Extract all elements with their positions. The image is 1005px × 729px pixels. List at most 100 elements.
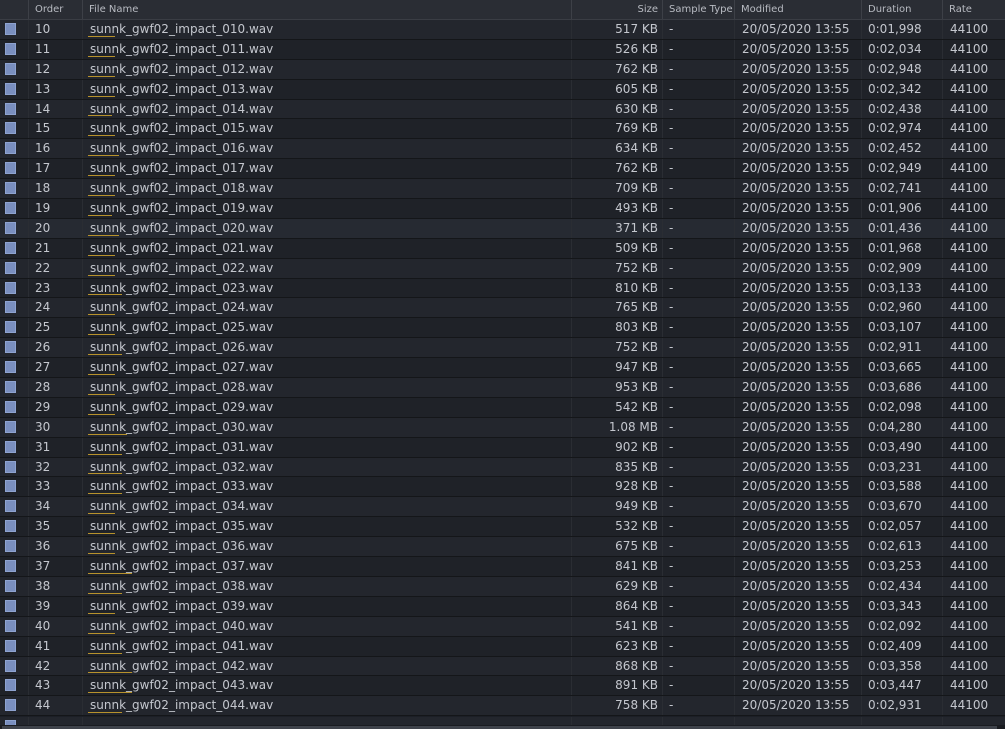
row-sample-type-text: - (669, 559, 674, 574)
table-row[interactable]: 38 sunnk_gwf02_impact_038.wav 629 KB - 20/05… (0, 576, 1005, 597)
row-checkbox[interactable] (5, 480, 16, 493)
row-checkbox[interactable] (5, 82, 16, 95)
header-size[interactable]: Size (572, 0, 663, 19)
row-sample-type: - (663, 676, 735, 696)
row-duration: 0:02,974 (862, 119, 943, 139)
table-row[interactable]: 16 sunnk_gwf02_impact_016.wav 634 KB - 20/05… (0, 139, 1005, 160)
row-modified: 20/05/2020 13:55 (735, 457, 862, 477)
header-order[interactable]: Order (29, 0, 83, 19)
row-checkbox[interactable] (5, 62, 16, 75)
row-checkbox[interactable] (5, 261, 16, 274)
table-row[interactable]: 44 sunnk_gwf02_impact_044.wav 758 KB - 20/05… (0, 696, 1005, 717)
table-row[interactable]: 19 sunnk_gwf02_impact_019.wav 493 KB - 20/05… (0, 199, 1005, 219)
row-checkbox[interactable] (5, 361, 16, 374)
row-checkbox[interactable] (5, 420, 16, 433)
header-sample-type[interactable]: Sample Type (663, 0, 735, 19)
row-checkbox[interactable] (5, 241, 16, 254)
row-checkbox[interactable] (5, 341, 16, 354)
name-color-tag (88, 175, 115, 177)
table-row[interactable]: 20 sunnk_gwf02_impact_020.wav 371 KB - 20/05… (0, 218, 1005, 239)
table-row[interactable]: 28 sunnk_gwf02_impact_028.wav 953 KB - 20/05… (0, 378, 1005, 398)
row-checkbox[interactable] (5, 619, 16, 632)
table-row[interactable]: 12 sunnk_gwf02_impact_012.wav 762 KB - 20/05… (0, 59, 1005, 80)
row-checkbox[interactable] (5, 639, 16, 652)
row-checkbox[interactable] (5, 599, 16, 612)
table-row[interactable]: 40 sunnk_gwf02_impact_040.wav 541 KB - 20/05… (0, 616, 1005, 637)
table-row[interactable]: 27 sunnk_gwf02_impact_027.wav 947 KB - 20/05… (0, 358, 1005, 379)
row-rate: 44100 (943, 60, 1005, 79)
table-row[interactable]: 26 sunnk_gwf02_impact_026.wav 752 KB - 20/05… (0, 338, 1005, 359)
table-row[interactable]: 30 sunnk_gwf02_impact_030.wav 1.08 MB - 20/0… (0, 417, 1005, 438)
row-checkbox[interactable] (5, 42, 16, 55)
row-rate: 44100 (943, 40, 1005, 59)
table-row[interactable]: 43 sunnk_gwf02_impact_043.wav 891 KB - 20/05… (0, 676, 1005, 697)
name-color-tag (88, 95, 115, 97)
table-row[interactable]: 33 sunnk_gwf02_impact_033.wav 928 KB - 20/05… (0, 477, 1005, 498)
row-checkbox[interactable] (5, 23, 16, 35)
row-checkbox[interactable] (5, 102, 16, 115)
row-sample-type: - (663, 179, 735, 199)
header-rate[interactable]: Rate (943, 0, 1005, 19)
row-size: 835 KB (572, 457, 663, 477)
table-row[interactable]: 15 sunnk_gwf02_impact_015.wav 769 KB - 20/05… (0, 119, 1005, 140)
header-checkbox-column[interactable] (0, 0, 29, 19)
name-color-tag (88, 592, 122, 594)
table-row[interactable]: 32 sunnk_gwf02_impact_032.wav 835 KB - 20/05… (0, 457, 1005, 478)
table-row[interactable]: 11 sunnk_gwf02_impact_011.wav 526 KB - 20/05… (0, 39, 1005, 60)
table-row[interactable]: 37 sunnk_gwf02_impact_037.wav 841 KB - 20/05… (0, 557, 1005, 577)
row-checkbox[interactable] (5, 221, 16, 234)
table-row[interactable]: 23 sunnk_gwf02_impact_023.wav 810 KB - 20/05… (0, 278, 1005, 299)
row-checkbox[interactable] (5, 440, 16, 453)
row-rate-text: 44100 (950, 320, 989, 335)
row-checkbox[interactable] (5, 202, 16, 215)
row-checkbox[interactable] (5, 500, 16, 513)
row-checkbox[interactable] (5, 699, 16, 712)
row-checkbox[interactable] (5, 520, 16, 533)
row-size: 541 KB (572, 616, 663, 636)
header-duration[interactable]: Duration (862, 0, 943, 19)
row-checkbox[interactable] (5, 122, 16, 135)
row-checkbox[interactable] (5, 579, 16, 592)
table-row[interactable]: 25 sunnk_gwf02_impact_025.wav 803 KB - 20/05… (0, 318, 1005, 339)
row-size-text: 769 KB (615, 121, 658, 136)
row-checkbox[interactable] (5, 301, 16, 314)
table-row[interactable]: 34 sunnk_gwf02_impact_034.wav 949 KB - 20/05… (0, 497, 1005, 518)
row-checkbox[interactable] (5, 659, 16, 672)
row-checkbox[interactable] (5, 281, 16, 294)
horizontal-scrollbar[interactable] (0, 725, 1005, 729)
row-size: 623 KB (572, 636, 663, 656)
row-rate: 44100 (943, 617, 1005, 636)
table-row[interactable]: 29 sunnk_gwf02_impact_029.wav 542 KB - 20/05… (0, 397, 1005, 418)
table-row[interactable]: 22 sunnk_gwf02_impact_022.wav 752 KB - 20/05… (0, 258, 1005, 279)
table-row[interactable]: 39 sunnk_gwf02_impact_039.wav 864 KB - 20/05… (0, 596, 1005, 617)
table-row[interactable]: 18 sunnk_gwf02_impact_018.wav 709 KB - 20/05… (0, 179, 1005, 200)
header-file-name[interactable]: File Name (83, 0, 572, 19)
table-row[interactable]: 17 sunnk_gwf02_impact_017.wav 762 KB - 20/05… (0, 159, 1005, 180)
table-row[interactable]: 41 sunnk_gwf02_impact_041.wav 623 KB - 20/05… (0, 636, 1005, 657)
table-row[interactable]: 13 sunnk_gwf02_impact_013.wav 605 KB - 20/05… (0, 79, 1005, 100)
table-row[interactable]: 35 sunnk_gwf02_impact_035.wav 532 KB - 20/05… (0, 517, 1005, 538)
name-color-tag (88, 374, 115, 376)
row-checkbox[interactable] (5, 460, 16, 473)
row-checkbox[interactable] (5, 182, 16, 195)
row-size-text: 841 KB (615, 559, 658, 574)
header-modified[interactable]: Modified (735, 0, 862, 19)
row-checkbox[interactable] (5, 400, 16, 413)
table-row[interactable]: 31 sunnk_gwf02_impact_031.wav 902 KB - 20/05… (0, 437, 1005, 458)
row-file-name-text: sunnk_gwf02_impact_041.wav (90, 638, 274, 653)
row-checkbox[interactable] (5, 679, 16, 692)
table-row[interactable]: 42 sunnk_gwf02_impact_042.wav 868 KB - 20/05… (0, 656, 1005, 677)
row-checkbox[interactable] (5, 321, 16, 334)
table-row[interactable]: 24 sunnk_gwf02_impact_024.wav 765 KB - 20/05… (0, 298, 1005, 319)
row-checkbox[interactable] (5, 162, 16, 175)
table-row[interactable]: 21 sunnk_gwf02_impact_021.wav 509 KB - 20/05… (0, 238, 1005, 259)
table-row[interactable]: 36 sunnk_gwf02_impact_036.wav 675 KB - 20/05… (0, 537, 1005, 558)
row-checkbox[interactable] (5, 540, 16, 553)
row-checkbox[interactable] (5, 381, 16, 394)
table-row[interactable]: 10 sunnk_gwf02_impact_010.wav 517 KB - 20/05… (0, 20, 1005, 40)
table-row[interactable]: 14 sunnk_gwf02_impact_014.wav 630 KB - 20/05… (0, 99, 1005, 120)
row-order: 29 (29, 397, 83, 417)
row-checkbox[interactable] (5, 142, 16, 155)
row-modified: 20/05/2020 13:55 (735, 258, 862, 278)
row-checkbox[interactable] (5, 560, 16, 573)
